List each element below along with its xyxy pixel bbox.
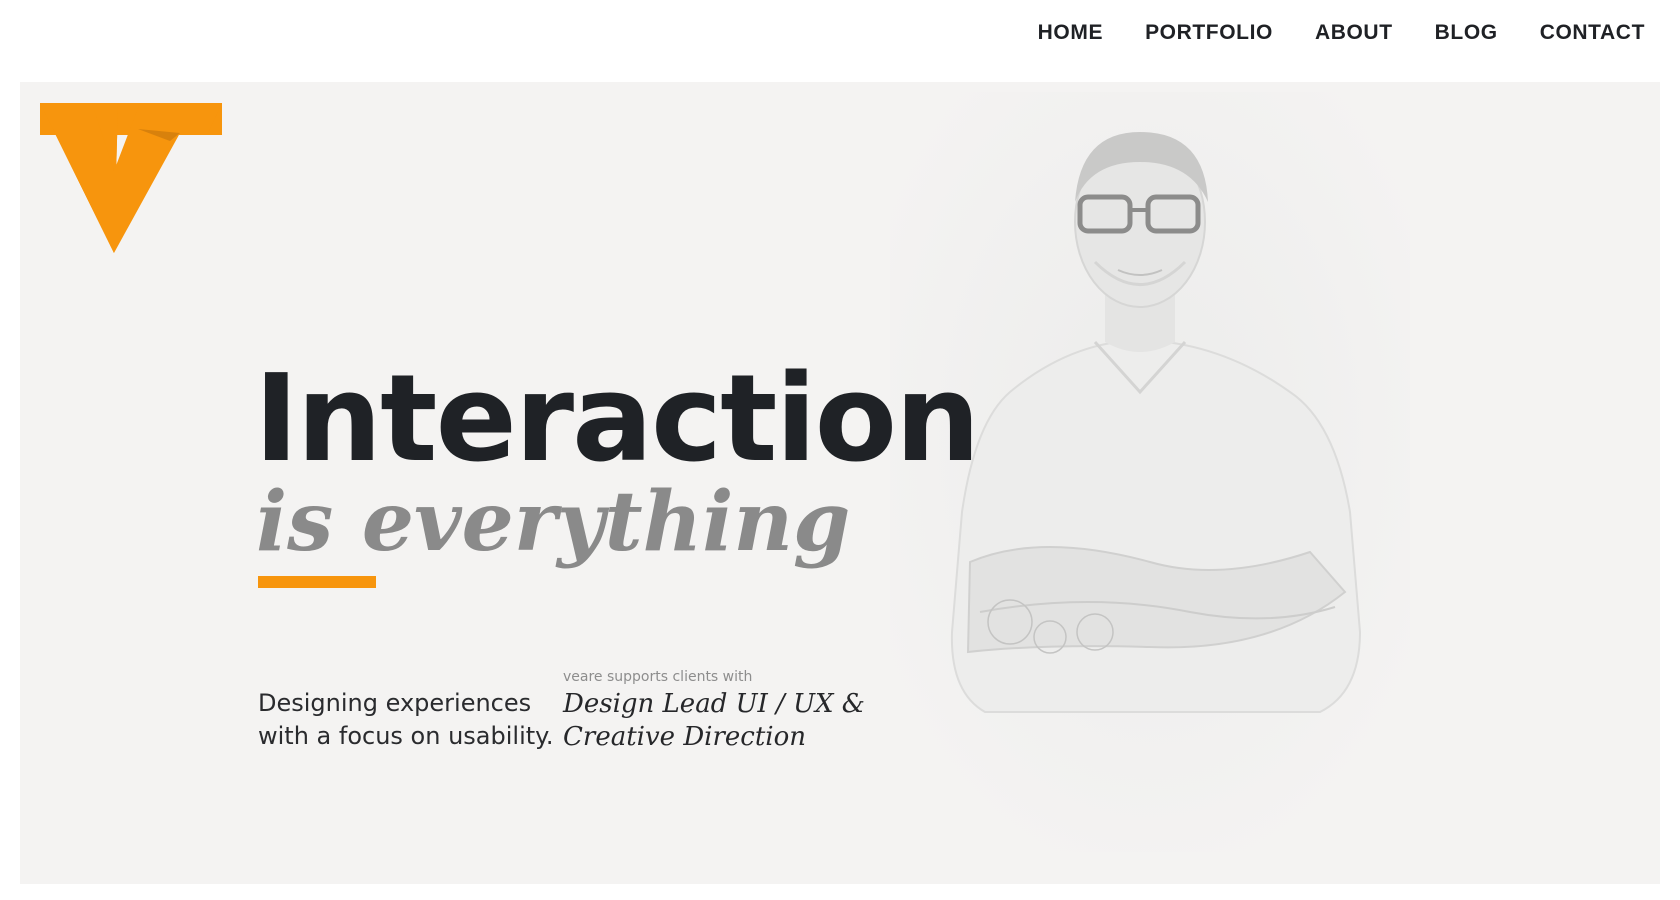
top-bar: HOME PORTFOLIO ABOUT BLOG CONTACT — [0, 0, 1680, 77]
hero-section: Interaction is everything Designing expe… — [20, 82, 1660, 884]
veare-logo-icon[interactable] — [40, 103, 222, 253]
tagline-line-2: with a focus on usability. — [258, 722, 554, 750]
nav-item-home[interactable]: HOME — [1038, 19, 1103, 47]
services-text: Design Lead UI / UX & Creative Direction — [563, 688, 865, 754]
support-intro: veare supports clients with — [563, 669, 753, 685]
main-nav: HOME PORTFOLIO ABOUT BLOG CONTACT — [1038, 19, 1645, 47]
tagline-line-1: Designing experiences — [258, 689, 532, 717]
nav-item-contact[interactable]: CONTACT — [1540, 19, 1645, 47]
nav-item-blog[interactable]: BLOG — [1435, 19, 1498, 47]
hero-headline: Interaction — [254, 350, 980, 489]
accent-bar — [258, 576, 376, 588]
nav-item-portfolio[interactable]: PORTFOLIO — [1145, 19, 1273, 47]
hero-tagline: Designing experiences with a focus on us… — [258, 687, 554, 753]
hero-subheadline: is everything — [256, 474, 851, 570]
services-line-2: Creative Direction — [563, 722, 807, 752]
nav-item-about[interactable]: ABOUT — [1315, 19, 1393, 47]
services-line-1: Design Lead UI / UX & — [563, 689, 865, 719]
